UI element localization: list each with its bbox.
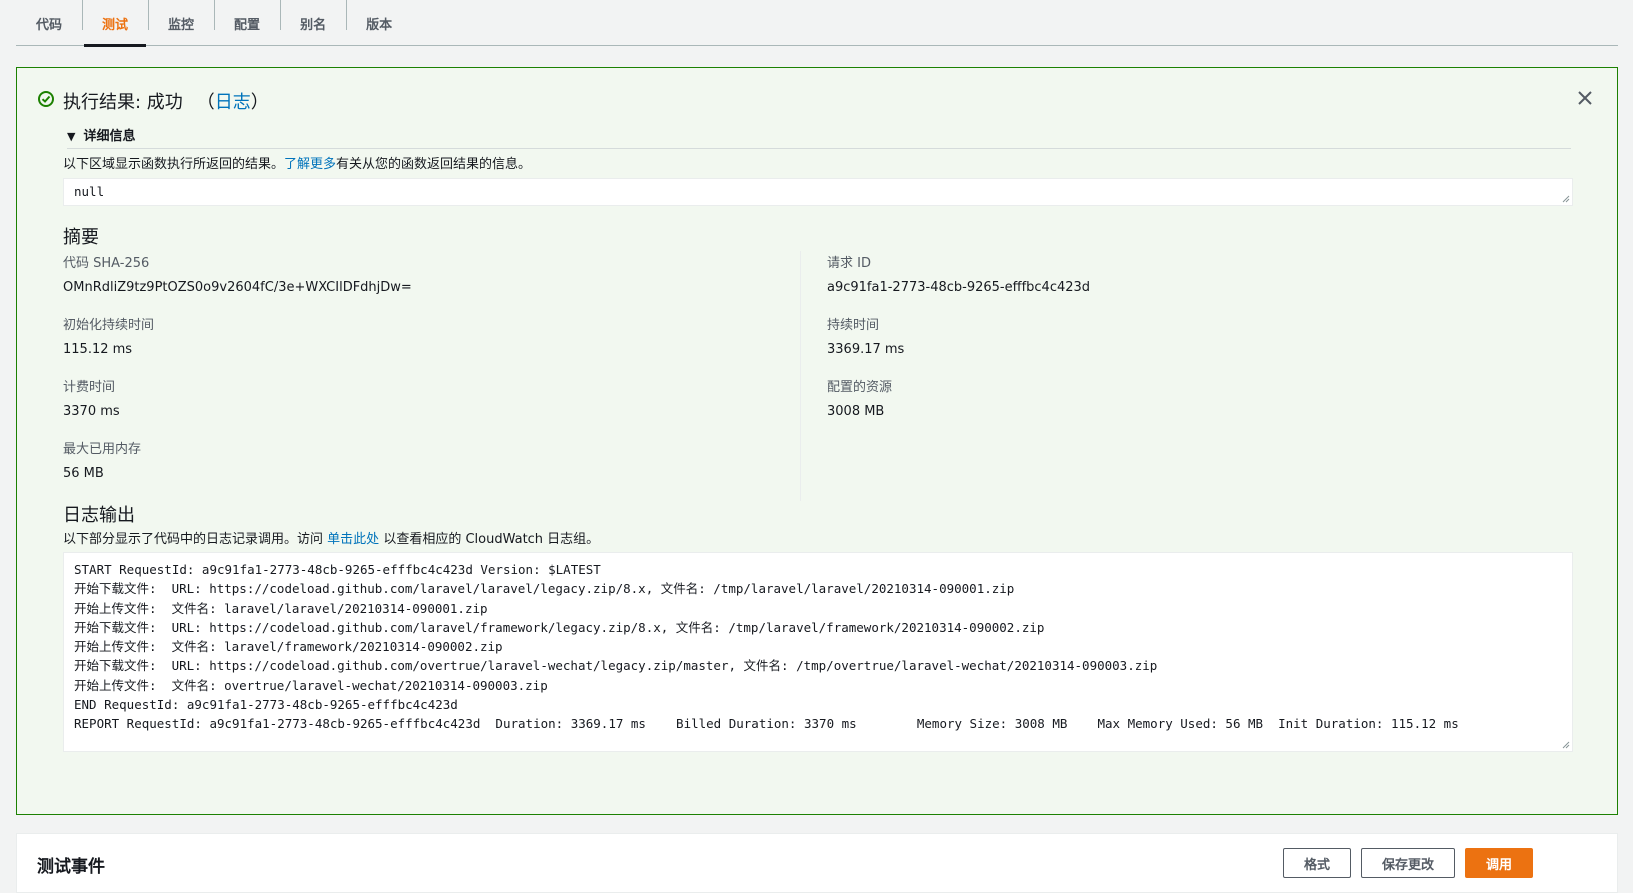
summary-left-column: 代码 SHA-256 OMnRdliZ9tz9PtOZS0o9v2604fC/3…	[63, 255, 783, 503]
field-value: 3369.17 ms	[827, 342, 905, 357]
test-event-title: 测试事件	[37, 857, 105, 877]
result-title: 执行结果: 成功	[63, 92, 183, 113]
tab-bar: 代码 测试 监控 配置 别名 版本	[16, 0, 1618, 47]
log-line: 开始下载文件: URL: https://codeload.github.com…	[74, 619, 1045, 635]
log-line: 开始上传文件: 文件名: laravel/laravel/20210314-09…	[74, 600, 488, 616]
log-line: 开始下载文件: URL: https://codeload.github.com…	[74, 658, 1158, 674]
field-label: 最大已用内存	[63, 442, 142, 457]
summary-field-resources: 配置的资源 3008 MB	[827, 379, 1547, 441]
tab-test[interactable]: 测试	[82, 0, 148, 47]
log-link[interactable]: 日志	[215, 88, 251, 114]
log-desc-suffix: 以查看相应的 CloudWatch 日志组。	[383, 532, 600, 547]
log-paren-close: ）	[250, 92, 269, 113]
summary-field-request-id: 请求 ID a9c91fa1-2773-48cb-9265-efffbc4c42…	[827, 255, 1547, 317]
log-paren-open: （	[196, 92, 215, 113]
invoke-button[interactable]: 调用	[1465, 848, 1533, 878]
log-line: START RequestId: a9c91fa1-2773-48cb-9265…	[74, 562, 601, 577]
result-description: 以下区域显示函数执行所返回的结果。了解更多有关从您的函数返回结果的信息。	[63, 153, 531, 172]
execution-result-panel: 执行结果: 成功 （日志） ▼ 详细信息 以下区域显示函数执行所返回的结果。了解更…	[16, 67, 1618, 815]
return-value: null	[74, 184, 105, 199]
summary-field-code-sha: 代码 SHA-256 OMnRdliZ9tz9PtOZS0o9v2604fC/3…	[63, 255, 783, 317]
summary-title: 摘要	[63, 227, 99, 248]
close-icon[interactable]	[1575, 88, 1595, 108]
field-value: 3370 ms	[63, 404, 120, 419]
summary-right-column: 请求 ID a9c91fa1-2773-48cb-9265-efffbc4c42…	[827, 255, 1547, 441]
log-line: 开始上传文件: 文件名: overtrue/laravel-wechat/202…	[74, 677, 548, 693]
field-value: 56 MB	[63, 466, 104, 481]
summary-field-max-memory: 最大已用内存 56 MB	[63, 441, 783, 503]
field-value: a9c91fa1-2773-48cb-9265-efffbc4c423d	[827, 280, 1091, 295]
resize-grip-icon[interactable]	[1562, 741, 1570, 749]
save-changes-button[interactable]: 保存更改	[1361, 848, 1455, 878]
field-value: 115.12 ms	[63, 342, 133, 357]
log-line: REPORT RequestId: a9c91fa1-2773-48cb-926…	[74, 716, 1459, 732]
summary-divider	[800, 251, 801, 501]
tab-configuration[interactable]: 配置	[214, 0, 280, 46]
summary-field-duration: 持续时间 3369.17 ms	[827, 317, 1547, 379]
result-header: 执行结果: 成功 （日志）	[37, 88, 269, 114]
summary-field-billed-duration: 计费时间 3370 ms	[63, 379, 783, 441]
log-line: 开始下载文件: URL: https://codeload.github.com…	[74, 581, 1015, 597]
resize-grip-icon[interactable]	[1562, 195, 1570, 203]
field-label: 初始化持续时间	[63, 318, 155, 333]
field-value: 3008 MB	[827, 404, 885, 419]
log-output-description: 以下部分显示了代码中的日志记录调用。访问 单击此处 以查看相应的 CloudWa…	[63, 528, 599, 547]
result-desc-suffix: 有关从您的函数返回结果的信息。	[336, 157, 532, 172]
log-output-title: 日志输出	[63, 505, 135, 526]
field-label: 持续时间	[827, 318, 880, 333]
summary-field-init-duration: 初始化持续时间 115.12 ms	[63, 317, 783, 379]
check-circle-icon	[38, 91, 54, 107]
field-label: 计费时间	[63, 380, 116, 395]
learn-more-link[interactable]: 了解更多	[284, 157, 336, 172]
details-label: 详细信息	[83, 129, 136, 144]
details-toggle[interactable]: ▼ 详细信息	[67, 125, 1571, 149]
caret-down-icon: ▼	[67, 130, 76, 143]
tab-versions[interactable]: 版本	[346, 0, 412, 46]
click-here-link[interactable]: 单击此处	[327, 532, 379, 547]
tab-aliases[interactable]: 别名	[280, 0, 346, 46]
result-desc-prefix: 以下区域显示函数执行所返回的结果。	[63, 157, 285, 172]
format-button[interactable]: 格式	[1283, 848, 1351, 878]
field-value: OMnRdliZ9tz9PtOZS0o9v2604fC/3e+WXCIlDFdh…	[63, 280, 412, 295]
tab-code[interactable]: 代码	[16, 0, 82, 46]
test-event-section: 测试事件 格式 保存更改 调用	[16, 833, 1618, 893]
log-line: 开始上传文件: 文件名: laravel/framework/20210314-…	[74, 639, 503, 655]
field-label: 请求 ID	[827, 256, 871, 271]
log-output-box[interactable]: START RequestId: a9c91fa1-2773-48cb-9265…	[63, 552, 1573, 752]
tab-monitor[interactable]: 监控	[148, 0, 214, 46]
field-label: 配置的资源	[827, 380, 893, 395]
log-line: END RequestId: a9c91fa1-2773-48cb-9265-e…	[74, 697, 458, 713]
return-value-box[interactable]: null	[63, 178, 1573, 206]
field-label: 代码 SHA-256	[63, 256, 150, 271]
log-desc-prefix: 以下部分显示了代码中的日志记录调用。访问	[63, 532, 324, 547]
